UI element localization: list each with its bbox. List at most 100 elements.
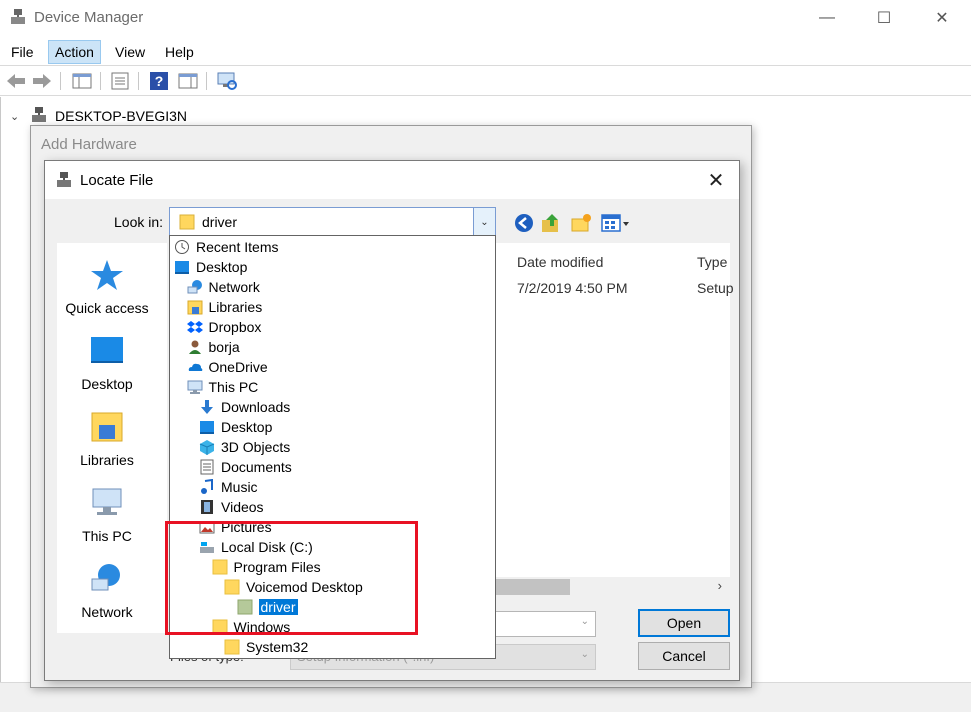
device-manager-icon (11, 9, 25, 24)
locate-file-titlebar: Locate File ✕ (45, 161, 739, 199)
chevron-down-icon[interactable]: ⌄ (581, 649, 589, 660)
close-button[interactable]: ✕ (912, 0, 971, 36)
dropdown-item-label: Downloads (221, 399, 291, 415)
chevron-down-icon[interactable]: ⌄ (581, 616, 589, 627)
documents-icon (200, 459, 214, 475)
dropdown-item[interactable]: Documents (170, 457, 495, 477)
minimize-button[interactable]: — (797, 0, 857, 36)
chevron-right-icon[interactable]: › (718, 578, 722, 593)
3d-objects-icon (199, 440, 215, 455)
column-date-modified[interactable]: Date modified (517, 254, 603, 270)
dropdown-item[interactable]: 3D Objects (170, 437, 495, 457)
dropdown-item-label: Recent Items (196, 239, 279, 255)
computer-icon (187, 380, 202, 394)
dropdown-item-label: Dropbox (208, 319, 262, 335)
place-label: This PC (82, 528, 132, 544)
up-folder-icon[interactable] (540, 212, 562, 234)
help-icon[interactable]: ? (148, 71, 170, 91)
chevron-down-icon[interactable]: ⌄ (473, 208, 495, 236)
place-label: Network (81, 604, 133, 620)
places-bar: Quick access Desktop Libraries This PC N… (57, 243, 167, 633)
libraries-icon (187, 300, 202, 315)
menu-view[interactable]: View (109, 40, 151, 64)
dropdown-item[interactable]: Desktop (170, 257, 495, 277)
file-date-cell: 7/2/2019 4:50 PM (517, 280, 628, 296)
toolbar-separator (60, 72, 61, 90)
look-in-combobox[interactable]: driver ⌄ (169, 207, 496, 237)
place-network[interactable]: Network (57, 561, 157, 620)
action-pane-icon[interactable] (177, 71, 199, 91)
chevron-down-icon[interactable]: ⌄ (10, 110, 19, 123)
menu-bar: File Action View Help (0, 40, 971, 64)
dropdown-item[interactable]: Videos (170, 497, 495, 517)
back-arrow-icon[interactable] (5, 71, 27, 91)
libraries-icon (91, 412, 123, 442)
dropdown-item-label: 3D Objects (221, 439, 291, 455)
add-hardware-title: Add Hardware (41, 136, 137, 153)
device-manager-titlebar: Device Manager — ☐ ✕ (0, 0, 971, 36)
dialog-close-button[interactable]: ✕ (693, 161, 739, 199)
place-this-pc[interactable]: This PC (57, 485, 157, 544)
onedrive-icon (188, 363, 202, 371)
dropdown-item[interactable]: Recent Items (170, 237, 495, 257)
place-label: Quick access (65, 300, 149, 316)
user-icon (188, 340, 201, 354)
new-folder-icon[interactable] (570, 212, 592, 234)
menu-file[interactable]: File (5, 40, 40, 64)
computer-tree-icon (32, 107, 46, 122)
toolbar-separator (206, 72, 207, 90)
look-in-label: Look in: (114, 214, 164, 230)
tree-root-label[interactable]: DESKTOP-BVEGI3N (55, 108, 187, 124)
dialog-icon (57, 172, 71, 187)
recent-items-icon (175, 240, 189, 254)
dropdown-item-label: This PC (208, 379, 259, 395)
place-libraries[interactable]: Libraries (57, 409, 157, 468)
dropdown-item-label: Music (221, 479, 258, 495)
dropdown-item[interactable]: OneDrive (170, 357, 495, 377)
properties-icon[interactable] (109, 71, 131, 91)
cancel-button[interactable]: Cancel (638, 642, 730, 670)
star-icon (91, 260, 123, 290)
dropdown-item-label: Libraries (208, 299, 263, 315)
menu-action[interactable]: Action (48, 40, 101, 64)
scan-hardware-icon[interactable] (216, 71, 238, 91)
open-button[interactable]: Open (638, 609, 730, 637)
dropdown-item[interactable]: System32 (170, 637, 495, 657)
desktop-icon (200, 421, 214, 434)
column-type[interactable]: Type (697, 254, 727, 270)
dropdown-item[interactable]: This PC (170, 377, 495, 397)
dialog-title: Locate File (80, 172, 154, 189)
dropdown-item-label: Desktop (221, 419, 273, 435)
dropdown-item[interactable]: Music (170, 477, 495, 497)
place-quick-access[interactable]: Quick access (57, 257, 157, 316)
look-in-value: driver (202, 214, 238, 230)
maximize-button[interactable]: ☐ (854, 0, 914, 36)
dropdown-item-label: Desktop (196, 259, 248, 275)
file-type-cell: Setup (697, 280, 734, 296)
dropdown-item[interactable]: Downloads (170, 397, 495, 417)
show-hide-tree-icon[interactable] (71, 71, 93, 91)
network-icon (187, 280, 202, 294)
desktop-icon (91, 337, 123, 363)
dropdown-item[interactable]: borja (170, 337, 495, 357)
toolbar: ? (0, 65, 971, 96)
toolbar-separator (100, 72, 101, 90)
dropdown-item[interactable]: Network (170, 277, 495, 297)
videos-icon (201, 500, 213, 514)
dropdown-item-label: OneDrive (208, 359, 268, 375)
menu-help[interactable]: Help (159, 40, 200, 64)
place-desktop[interactable]: Desktop (57, 333, 157, 392)
dropdown-item[interactable]: Desktop (170, 417, 495, 437)
dropdown-item-label: Network (208, 279, 260, 295)
view-menu-icon[interactable] (600, 212, 632, 234)
place-label: Libraries (80, 452, 134, 468)
folder-icon (224, 639, 240, 655)
red-highlight-box (165, 521, 418, 635)
dropdown-item[interactable]: Dropbox (170, 317, 495, 337)
back-icon[interactable] (513, 212, 535, 234)
dropdown-item[interactable]: Libraries (170, 297, 495, 317)
toolbar-separator (138, 72, 139, 90)
downloads-icon (201, 400, 213, 414)
network-icon (91, 564, 120, 591)
forward-arrow-icon[interactable] (31, 71, 53, 91)
